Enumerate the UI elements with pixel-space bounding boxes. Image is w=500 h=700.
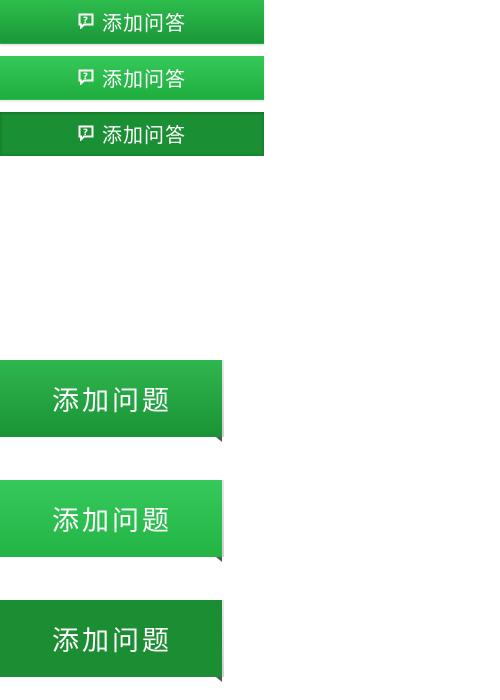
add-qa-button-hover[interactable]: ? 添加问答 (0, 56, 264, 100)
svg-text:?: ? (83, 128, 89, 138)
add-question-label: 添加问题 (52, 626, 172, 657)
add-question-button-normal[interactable]: 添加问题 (0, 360, 224, 442)
add-question-label: 添加问题 (52, 506, 172, 537)
question-bubble-icon: ? (78, 69, 94, 85)
add-question-label: 添加问题 (52, 386, 172, 417)
button-states-sheet: ? 添加问答 ? 添加问答 ? 添加问答 添加问题 添加问题 添加问题 (0, 0, 500, 700)
button-edge-shadow (222, 360, 224, 437)
corner-fold (216, 437, 222, 442)
add-qa-label: 添加问答 (102, 123, 186, 147)
svg-text:?: ? (83, 72, 89, 82)
corner-fold (216, 677, 222, 682)
corner-fold (216, 557, 222, 562)
add-question-button-hover[interactable]: 添加问题 (0, 480, 224, 562)
button-edge-shadow (222, 480, 224, 557)
add-question-button-pressed[interactable]: 添加问题 (0, 600, 224, 682)
question-bubble-icon: ? (78, 125, 94, 141)
button-edge-shadow (222, 600, 224, 677)
add-qa-button-normal[interactable]: ? 添加问答 (0, 0, 264, 44)
add-qa-label: 添加问答 (102, 11, 186, 35)
question-bubble-icon: ? (78, 13, 94, 29)
add-qa-button-pressed[interactable]: ? 添加问答 (0, 112, 264, 156)
svg-text:?: ? (83, 16, 89, 26)
add-qa-label: 添加问答 (102, 67, 186, 91)
